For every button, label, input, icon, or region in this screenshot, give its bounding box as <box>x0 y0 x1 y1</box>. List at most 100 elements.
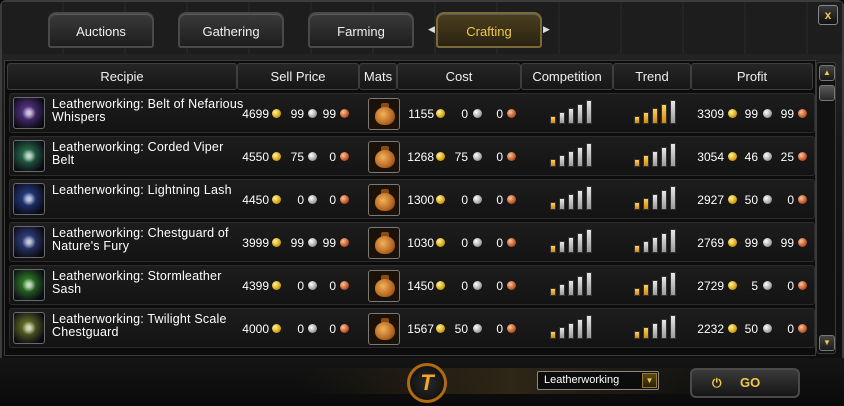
column-header-profit[interactable]: Profit <box>691 63 813 90</box>
trend-bar <box>661 319 667 339</box>
sell-price-gold: 4550 <box>242 150 269 164</box>
trend-bar <box>652 237 658 253</box>
trend-bar <box>652 280 658 296</box>
column-header-trend[interactable]: Trend <box>613 63 691 90</box>
profit-gold: 3309 <box>697 107 724 121</box>
gold-coin-icon <box>436 195 445 204</box>
cost-gold: 1155 <box>408 107 434 121</box>
recipe-name: Leatherworking: Corded Viper Belt <box>52 140 224 167</box>
cost-silver: 75 <box>454 150 468 164</box>
copper-coin-icon <box>340 238 349 247</box>
trend-bar <box>661 276 667 296</box>
silver-coin-icon <box>763 109 772 118</box>
profit-copper: 0 <box>787 193 794 207</box>
tab-farming[interactable]: Farming <box>308 12 414 48</box>
competition-bar <box>550 288 556 296</box>
table-row[interactable]: Leatherworking: Chestguard of Nature's F… <box>9 222 815 262</box>
trend-bar <box>652 323 658 339</box>
sell-price-copper: 99 <box>322 107 336 121</box>
tab-auctions[interactable]: Auctions <box>48 12 154 48</box>
competition-bar <box>577 233 583 253</box>
chevron-down-icon[interactable]: ▼ <box>642 373 657 388</box>
competition-bar <box>559 155 565 167</box>
trend-bar <box>643 112 649 124</box>
copper-coin-icon <box>798 109 807 118</box>
column-header-competition[interactable]: Competition <box>521 63 613 90</box>
chestguard-blue-icon <box>13 226 45 258</box>
gold-coin-icon <box>436 152 445 161</box>
trend-bar <box>652 108 658 124</box>
copper-coin-icon <box>798 281 807 290</box>
table-row[interactable]: Leatherworking: Belt of Nefarious Whispe… <box>9 93 815 133</box>
chestguard-olive-icon <box>13 312 45 344</box>
scroll-up-button[interactable]: ▲ <box>819 65 835 81</box>
profit-silver: 99 <box>744 107 758 121</box>
competition-bar <box>568 108 574 124</box>
sash-green-icon <box>13 269 45 301</box>
competition-bar <box>586 100 592 124</box>
profit-silver: 99 <box>744 236 758 250</box>
table-row[interactable]: Leatherworking: Lightning Lash 4450 0 0 1300… <box>9 179 815 219</box>
sell-price-copper: 0 <box>329 150 336 164</box>
profession-select[interactable]: Leatherworking ▼ <box>537 371 659 390</box>
competition-bar <box>559 284 565 296</box>
go-button[interactable]: ⏻ GO <box>690 368 800 398</box>
cost-gold: 1567 <box>407 322 434 336</box>
copper-coin-icon <box>798 324 807 333</box>
scroll-thumb[interactable] <box>819 85 835 101</box>
tab-gathering[interactable]: Gathering <box>178 12 284 48</box>
competition-bar <box>550 202 556 210</box>
trend-bar <box>643 241 649 253</box>
column-header-sell-price[interactable]: Sell Price <box>237 63 359 90</box>
competition-bar <box>559 112 565 124</box>
close-button[interactable]: x <box>818 5 838 25</box>
cost-copper: 0 <box>496 107 503 121</box>
column-header-mats[interactable]: Mats <box>359 63 397 90</box>
sell-price-silver: 0 <box>297 193 304 207</box>
trend-bar <box>661 190 667 210</box>
profit-copper: 99 <box>780 236 794 250</box>
trend-bar <box>643 155 649 167</box>
profit-gold: 2232 <box>697 322 724 336</box>
trend-bar <box>634 288 640 296</box>
cost-copper: 0 <box>496 279 503 293</box>
trend-bar <box>634 159 640 167</box>
table-row[interactable]: Leatherworking: Twilight Scale Chestguar… <box>9 308 815 348</box>
competition-bar <box>568 194 574 210</box>
competition-bar <box>577 147 583 167</box>
trend-bar <box>634 116 640 124</box>
trend-bar <box>634 245 640 253</box>
table-row[interactable]: Leatherworking: Stormleather Sash 4399 0 0 1… <box>9 265 815 305</box>
competition-bar <box>577 276 583 296</box>
sell-price-copper: 99 <box>322 236 336 250</box>
trend-bar <box>670 100 676 124</box>
lash-blue-icon <box>13 183 45 215</box>
sell-price-copper: 0 <box>329 193 336 207</box>
scroll-down-button[interactable]: ▼ <box>819 335 835 351</box>
profit-gold: 2729 <box>697 279 724 293</box>
table-row[interactable]: Leatherworking: Corded Viper Belt 4550 75 0… <box>9 136 815 176</box>
profit-silver: 50 <box>744 193 758 207</box>
recipe-name: Leatherworking: Twilight Scale Chestguar… <box>52 312 227 339</box>
sell-price-gold: 4450 <box>242 193 269 207</box>
scrollbar[interactable]: ▲ ▼ <box>816 62 836 354</box>
competition-bar <box>550 159 556 167</box>
copper-coin-icon <box>507 195 516 204</box>
copper-coin-icon <box>507 281 516 290</box>
column-header-cost[interactable]: Cost <box>397 63 521 90</box>
cost-silver: 0 <box>461 193 468 207</box>
copper-coin-icon <box>507 109 516 118</box>
profit-copper: 25 <box>780 150 794 164</box>
profession-select-value: Leatherworking <box>544 374 620 386</box>
trend-bar <box>670 315 676 339</box>
column-header-recipe[interactable]: Recipie <box>7 63 237 90</box>
copper-coin-icon <box>340 195 349 204</box>
competition-bar <box>559 241 565 253</box>
cost-copper: 0 <box>496 193 503 207</box>
competition-bar <box>577 190 583 210</box>
profit-copper: 99 <box>780 107 794 121</box>
competition-bar <box>586 315 592 339</box>
tab-crafting[interactable]: Crafting <box>436 12 542 48</box>
gold-coin-icon <box>272 324 281 333</box>
profit-silver: 46 <box>744 150 758 164</box>
